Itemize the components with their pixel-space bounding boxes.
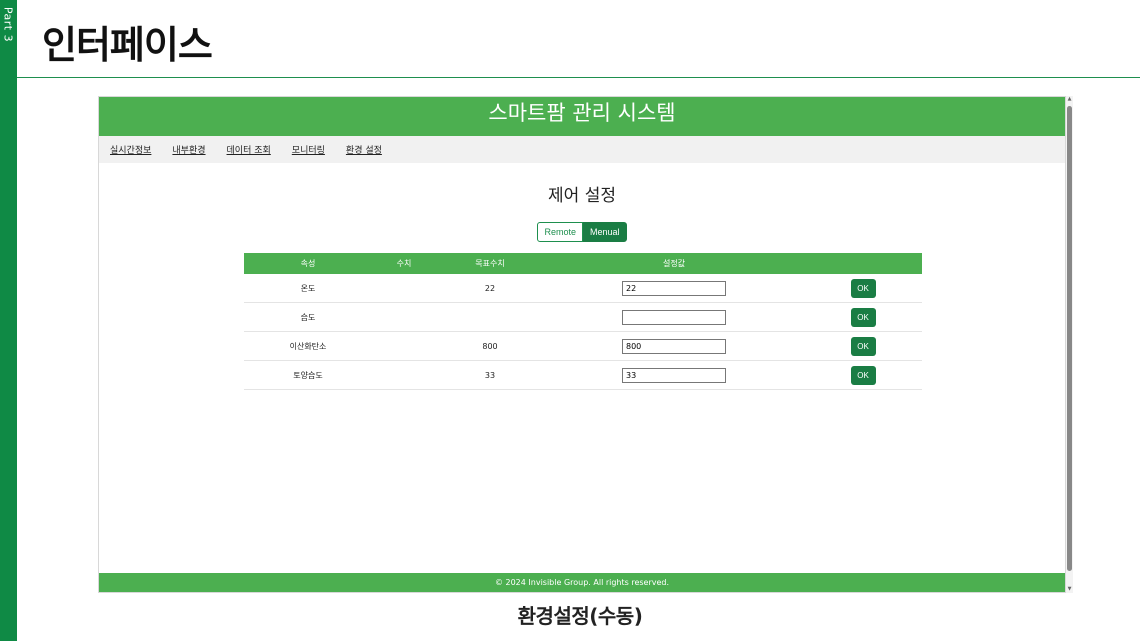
nav-internal-environment[interactable]: 내부환경: [172, 143, 205, 156]
title-divider: [17, 77, 1140, 78]
nav-data-query[interactable]: 데이터 조회: [227, 143, 271, 156]
header-target: 목표수치: [436, 253, 544, 274]
table-row: 습도 OK: [244, 302, 922, 332]
setting-input[interactable]: [622, 338, 726, 354]
table-row: 온도 22 OK: [244, 274, 922, 303]
ok-button[interactable]: OK: [850, 278, 876, 298]
scroll-down-arrow-icon[interactable]: ▼: [1066, 586, 1073, 593]
header-value: 수치: [372, 253, 436, 274]
ok-button[interactable]: OK: [850, 365, 876, 385]
table-row: 토양습도 33 OK: [244, 360, 922, 390]
row-attribute: 토양습도: [244, 360, 372, 390]
app-header: 스마트팜 관리 시스템: [99, 97, 1065, 136]
panel-title: 제어 설정: [548, 186, 616, 206]
nav-environment-settings[interactable]: 환경 설정: [346, 143, 382, 156]
row-target: 22: [436, 274, 544, 303]
remote-mode-button[interactable]: Remote: [537, 222, 583, 242]
header-action: [804, 253, 922, 274]
mode-toggle: Remote Menual: [99, 222, 1065, 242]
header-setting: 설정값: [544, 253, 804, 274]
slide-side-bar: Part 3: [0, 0, 17, 641]
table-row: 이산화탄소 800 OK: [244, 331, 922, 361]
row-value: [372, 331, 436, 361]
setting-input[interactable]: [622, 309, 726, 325]
row-value: [372, 302, 436, 332]
app-footer: © 2024 Invisible Group. All rights reser…: [99, 573, 1065, 592]
part-label: Part 3: [1, 6, 15, 43]
app-window: 스마트팜 관리 시스템 실시간정보 내부환경 데이터 조회 모니터링 환경 설정…: [98, 96, 1066, 593]
row-target: 33: [436, 360, 544, 390]
setting-input[interactable]: [622, 367, 726, 383]
row-value: [372, 274, 436, 303]
setting-input[interactable]: [622, 280, 726, 296]
row-attribute: 이산화탄소: [244, 331, 372, 361]
row-attribute: 온도: [244, 274, 372, 303]
ok-button[interactable]: OK: [850, 307, 876, 327]
control-table: 속성 수치 목표수치 설정값 온도 22 OK 습도 OK: [244, 253, 922, 390]
slide-caption: 환경설정(수동): [517, 604, 643, 628]
header-attribute: 속성: [244, 253, 372, 274]
row-attribute: 습도: [244, 302, 372, 332]
nav-realtime-info[interactable]: 실시간정보: [110, 143, 151, 156]
row-value: [372, 360, 436, 390]
table-header-row: 속성 수치 목표수치 설정값: [244, 253, 922, 274]
vertical-scrollbar[interactable]: ▲ ▼: [1066, 96, 1073, 593]
row-target: [436, 302, 544, 332]
row-target: 800: [436, 331, 544, 361]
slide-title: 인터페이스: [42, 23, 213, 67]
top-nav: 실시간정보 내부환경 데이터 조회 모니터링 환경 설정: [99, 136, 1065, 163]
manual-mode-button[interactable]: Menual: [582, 222, 627, 242]
scroll-up-arrow-icon[interactable]: ▲: [1066, 96, 1073, 103]
ok-button[interactable]: OK: [850, 336, 876, 356]
nav-monitoring[interactable]: 모니터링: [292, 143, 325, 156]
scroll-thumb[interactable]: [1067, 106, 1072, 571]
